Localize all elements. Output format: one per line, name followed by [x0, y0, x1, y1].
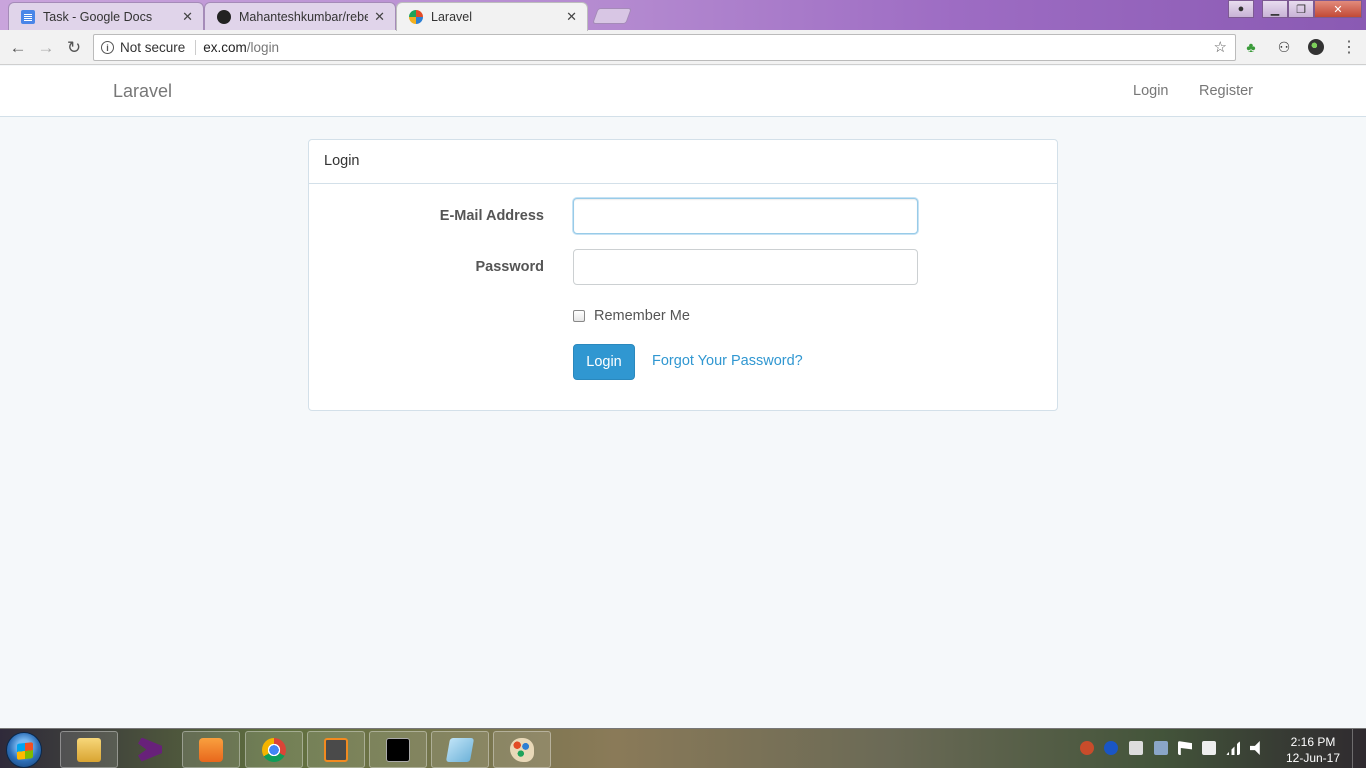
power-icon[interactable] — [1202, 741, 1216, 755]
volume-icon[interactable] — [1250, 741, 1260, 755]
signal-icon[interactable] — [1226, 741, 1240, 755]
login-panel: Login E-Mail Address Password Remember M… — [308, 139, 1058, 411]
display-icon[interactable] — [1129, 741, 1143, 755]
new-tab-button[interactable] — [592, 8, 632, 24]
circle-extension-icon[interactable] — [1308, 39, 1324, 55]
clock-date: 12-Jun-17 — [1285, 751, 1341, 765]
back-icon[interactable]: ← — [7, 37, 29, 59]
tab-title: Task - Google Docs — [43, 9, 153, 24]
kebab-menu-icon[interactable]: ⋮ — [1340, 38, 1358, 56]
clock-time: 2:16 PM — [1290, 735, 1336, 749]
visual-studio-icon[interactable] — [121, 731, 179, 768]
chrome-icon[interactable] — [245, 731, 303, 768]
command-prompt-icon[interactable] — [369, 731, 427, 768]
forward-icon[interactable]: → — [35, 37, 57, 59]
security-label[interactable]: Not secure — [120, 40, 197, 55]
leaf-extension-icon[interactable]: ♣ — [1242, 38, 1260, 56]
panel-heading: Login — [309, 140, 1057, 184]
action-center-flag-icon[interactable] — [1178, 741, 1192, 755]
binoculars-extension-icon[interactable]: ⚇ — [1275, 38, 1293, 56]
brand-link[interactable]: Laravel — [113, 81, 172, 102]
system-clock[interactable]: 2:16 PM 12-Jun-17 — [1282, 734, 1344, 766]
close-icon[interactable]: ✕ — [566, 9, 577, 25]
remember-me-label[interactable]: Remember Me — [594, 308, 690, 324]
network-adapter-icon[interactable] — [1154, 741, 1168, 755]
laravel-icon — [409, 10, 423, 24]
paint-icon[interactable] — [493, 731, 551, 768]
app-navbar: Laravel Login Register — [0, 66, 1366, 117]
browser-toolbar: ← → ↻ i Not secure ex.com/login ☆ ♣ ⚇ ⋮ — [0, 30, 1366, 65]
profile-icon[interactable]: ● — [1228, 0, 1254, 18]
sublime-text-icon[interactable] — [307, 731, 365, 768]
remember-me-checkbox[interactable] — [573, 310, 585, 322]
tab-github[interactable]: Mahanteshkumbar/rebel ✕ — [204, 2, 396, 30]
taskbar: 2:16 PM 12-Jun-17 — [0, 728, 1366, 768]
reload-icon[interactable]: ↻ — [63, 37, 85, 59]
close-icon[interactable]: ✕ — [182, 9, 193, 25]
maximize-button[interactable]: ❐ — [1288, 0, 1314, 18]
file-explorer-icon[interactable] — [60, 731, 118, 768]
login-button[interactable]: Login — [573, 344, 635, 380]
email-label: E-Mail Address — [439, 208, 544, 224]
url-host: ex.com — [203, 40, 247, 55]
tab-title: Laravel — [431, 10, 472, 24]
tab-laravel[interactable]: Laravel ✕ — [396, 2, 588, 31]
google-docs-icon — [21, 9, 35, 24]
close-window-button[interactable]: ✕ — [1314, 0, 1362, 18]
url-path: /login — [246, 40, 280, 55]
password-label: Password — [475, 259, 545, 275]
bookmark-star-icon[interactable]: ☆ — [1214, 38, 1227, 56]
notepad-icon[interactable] — [431, 731, 489, 768]
close-icon[interactable]: ✕ — [374, 9, 385, 25]
forgot-password-link[interactable]: Forgot Your Password? — [652, 353, 803, 369]
tab-google-docs[interactable]: Task - Google Docs ✕ — [8, 2, 204, 30]
tab-title: Mahanteshkumbar/rebel — [239, 9, 369, 24]
github-icon — [217, 9, 231, 24]
browser-titlebar: Task - Google Docs ✕ Mahanteshkumbar/reb… — [0, 0, 1366, 31]
address-bar[interactable]: i Not secure ex.com/login ☆ — [93, 34, 1236, 61]
start-button[interactable] — [6, 732, 42, 768]
password-field[interactable] — [573, 249, 918, 285]
email-field[interactable] — [573, 198, 918, 234]
minimize-button[interactable]: ▁ — [1262, 0, 1288, 18]
tray-app-icon[interactable] — [1080, 741, 1094, 755]
show-desktop-button[interactable] — [1352, 729, 1366, 768]
nav-login-link[interactable]: Login — [1133, 83, 1168, 99]
bluetooth-icon[interactable] — [1104, 741, 1118, 755]
nav-register-link[interactable]: Register — [1199, 83, 1253, 99]
info-icon[interactable]: i — [101, 41, 114, 54]
media-player-icon[interactable] — [182, 731, 240, 768]
